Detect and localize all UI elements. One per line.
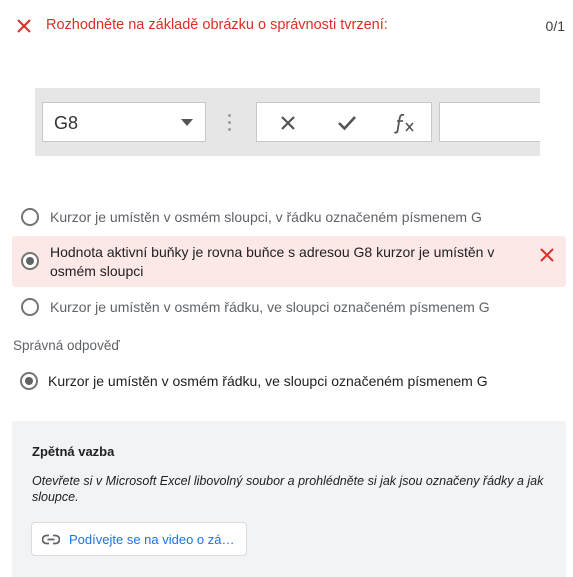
dropdown-caret-icon xyxy=(181,119,193,126)
excel-formula-bar-image: G8 xyxy=(35,88,540,156)
formula-input-box xyxy=(439,102,540,142)
function-fx-icon xyxy=(393,113,414,134)
option-label: Hodnota aktivní buňky je rovna buňce s a… xyxy=(50,244,495,279)
feedback-title: Zpětná vazba xyxy=(32,444,115,459)
name-box-value: G8 xyxy=(54,113,79,133)
answer-option-2-incorrect[interactable]: Hodnota aktivní buňky je rovna buňce s a… xyxy=(12,236,566,287)
correct-answer-heading: Správná odpověď xyxy=(13,338,120,353)
question-text: Rozhodněte na základě obrázku o správnos… xyxy=(46,17,388,33)
video-link-label: Podívejte se na video o zá… xyxy=(69,532,235,547)
option-label: Kurzor je umístěn v osmém sloupci, v řád… xyxy=(50,209,482,225)
formula-buttons xyxy=(256,102,432,142)
correct-answer-label: Kurzor je umístěn v osmém řádku, ve slou… xyxy=(48,373,488,389)
radio-button-selected xyxy=(20,372,38,390)
checkmark-icon xyxy=(338,116,356,131)
video-link-button[interactable]: Podívejte se na video o zá… xyxy=(31,522,247,556)
radio-button-selected[interactable] xyxy=(21,252,39,270)
radio-button[interactable] xyxy=(21,298,39,316)
score-label: 0/1 xyxy=(545,18,565,34)
link-icon xyxy=(42,534,60,545)
question-header: Rozhodněte na základě obrázku o správnos… xyxy=(0,0,573,52)
answer-option-1[interactable]: Kurzor je umístěn v osmém sloupci, v řád… xyxy=(12,205,566,229)
feedback-panel: Zpětná vazba Otevřete si v Microsoft Exc… xyxy=(12,421,566,577)
cancel-x-icon xyxy=(281,116,295,130)
option-label: Kurzor je umístěn v osmém řádku, ve slou… xyxy=(50,299,490,315)
correct-answer-option: Kurzor je umístěn v osmém řádku, ve slou… xyxy=(12,370,566,394)
answer-option-3[interactable]: Kurzor je umístěn v osmém řádku, ve slou… xyxy=(12,296,566,320)
name-box: G8 xyxy=(42,102,206,142)
radio-button[interactable] xyxy=(21,208,39,226)
feedback-text: Otevřete si v Microsoft Excel libovolný … xyxy=(32,474,544,504)
close-icon xyxy=(17,19,31,33)
vertical-dots-icon xyxy=(228,114,232,132)
wrong-icon xyxy=(540,248,554,262)
